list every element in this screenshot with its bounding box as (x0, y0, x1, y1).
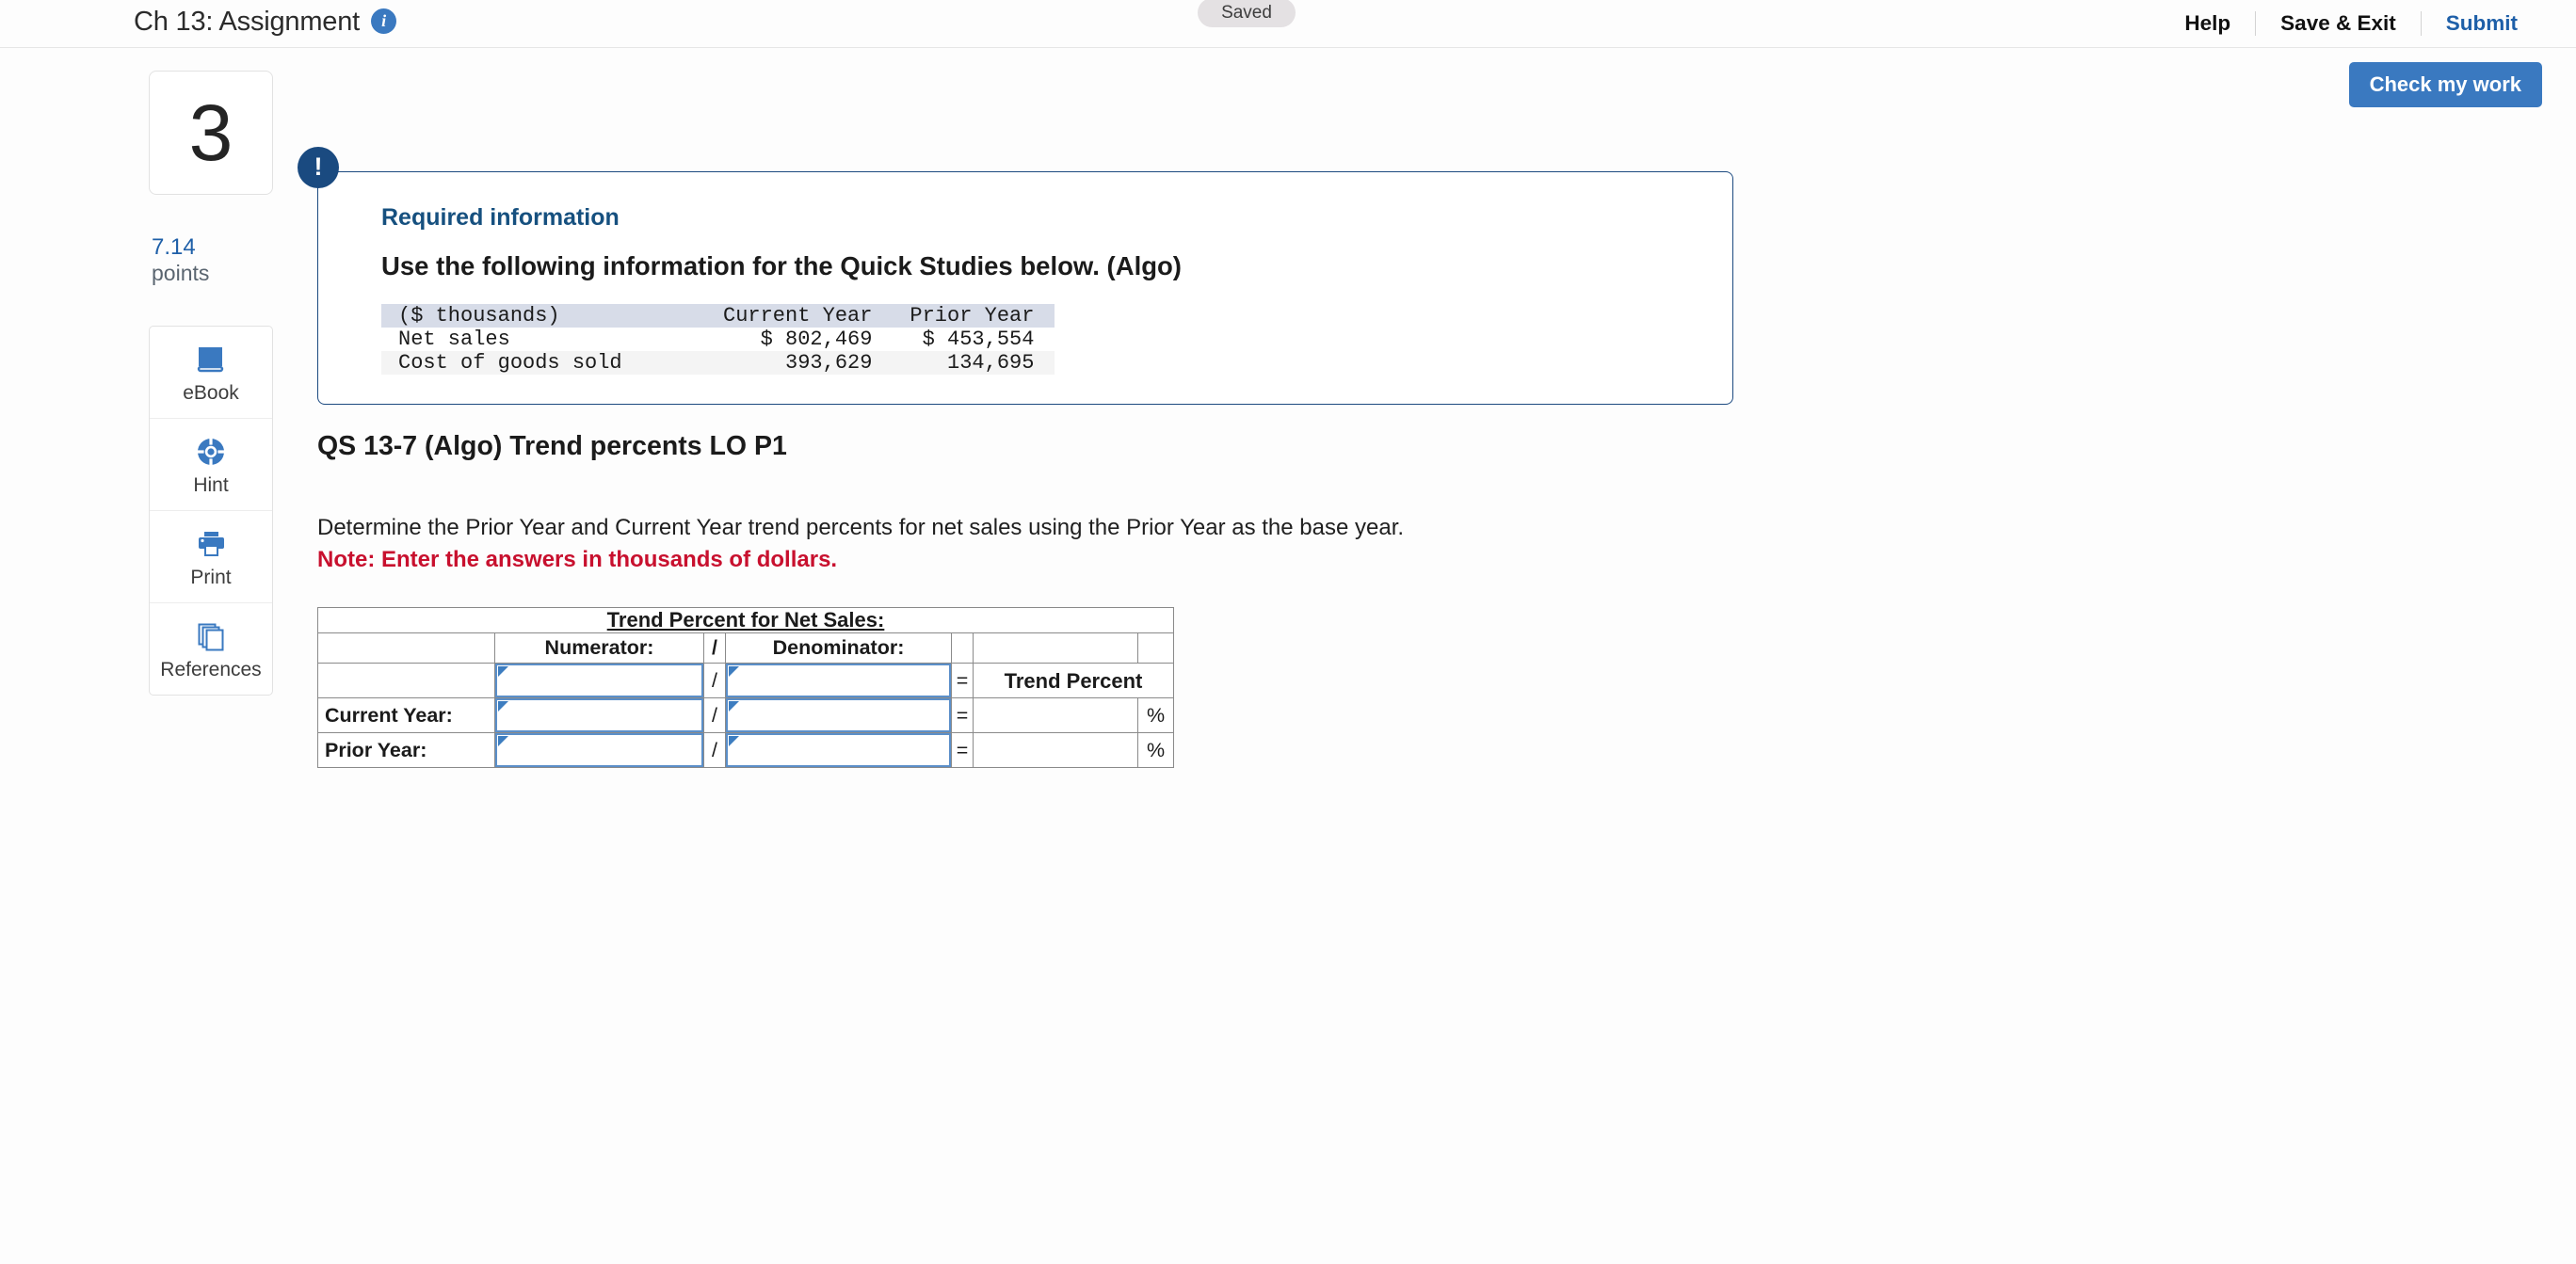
points-label: points (152, 261, 210, 286)
cogs-current: 393,629 (723, 350, 894, 375)
net-sales-current: $ 802,469 (760, 327, 873, 351)
tool-label-print: Print (190, 566, 232, 588)
question-prompt-block: Determine the Prior Year and Current Yea… (317, 513, 1404, 574)
info-icon[interactable]: i (371, 8, 397, 34)
table-row: Numerator: / Denominator: (317, 632, 1174, 664)
equals-prior-year: = (951, 732, 974, 768)
top-bar: Ch 13: Assignment i Saved Help Save & Exi… (0, 0, 2576, 48)
callout-subtitle: Use the following information for the Qu… (381, 251, 1182, 280)
table-row: Net sales $ 802,469 $ 453,554 (381, 328, 1055, 351)
points-value: 7.14 (152, 234, 196, 260)
tool-label-ebook: eBook (183, 381, 239, 404)
col-header-prior-year: Prior Year (893, 303, 1055, 328)
tool-print[interactable]: Print (150, 511, 272, 604)
answer-table-band-title: Trend Percent for Net Sales: (317, 607, 1174, 633)
slash-0: / (703, 663, 726, 698)
row-label-net-sales: Net sales (398, 327, 510, 351)
net-sales-prior: $ 453,554 (922, 327, 1035, 351)
ebook-icon (195, 343, 227, 376)
points-block: 7.14 points (149, 234, 275, 286)
numerator-input-prior-year[interactable] (494, 732, 704, 768)
tool-panel: eBook Hint Print References (149, 326, 273, 696)
header-result-spacer (973, 632, 1138, 664)
table-row: ($ thousands) Current Year Prior Year (381, 303, 1055, 328)
question-number: 3 (188, 88, 233, 177)
check-my-work-button[interactable]: Check my work (2348, 62, 2542, 107)
table-row: Current Year: / = % (317, 697, 1174, 733)
assignment-title-text: Ch 13: Assignment (134, 7, 361, 37)
slash-current-year: / (703, 697, 726, 733)
callout-title: Required information (381, 204, 620, 231)
denominator-input-prior-year[interactable] (725, 732, 952, 768)
save-and-exit-link[interactable]: Save & Exit (2256, 3, 2421, 44)
given-data-table: ($ thousands) Current Year Prior Year Ne… (381, 303, 1055, 375)
percent-symbol-current-year: % (1137, 697, 1174, 733)
row-label-cogs: Cost of goods sold (381, 350, 723, 375)
question-title: QS 13-7 (Algo) Trend percents LO P1 (317, 431, 787, 461)
question-number-box: 3 (149, 71, 273, 195)
question-rail: 3 7.14 points eBook Hint Print Reference… (149, 71, 275, 696)
col-header-units: ($ thousands) (381, 303, 723, 328)
question-prompt: Determine the Prior Year and Current Yea… (317, 515, 1405, 540)
header-slash: / (703, 632, 726, 664)
numerator-input-0[interactable] (494, 663, 704, 698)
header-numerator: Numerator: (494, 632, 704, 664)
slash-prior-year: / (703, 732, 726, 768)
row-label-0 (317, 663, 495, 698)
header-percent-spacer (1137, 632, 1174, 664)
copy-pages-icon (196, 619, 226, 653)
col-header-current-year: Current Year (723, 303, 894, 328)
top-nav: Help Save & Exit Submit (2160, 0, 2542, 47)
table-row: Cost of goods sold 393,629 134,695 (381, 350, 1055, 375)
header-equals-spacer (951, 632, 974, 664)
header-denominator: Denominator: (725, 632, 952, 664)
trend-percent-header-cell: Trend Percent (973, 663, 1174, 698)
assignment-title: Ch 13: Assignment i (134, 0, 397, 47)
answer-grid: Trend Percent for Net Sales: Numerator: … (317, 607, 1174, 768)
result-prior-year (973, 732, 1138, 768)
question-note: Note: Enter the answers in thousands of … (317, 546, 838, 572)
printer-icon (195, 527, 227, 561)
percent-symbol-prior-year: % (1137, 732, 1174, 768)
table-row: Trend Percent for Net Sales: (317, 607, 1174, 633)
tool-label-references: References (160, 658, 262, 680)
header-spacer (317, 632, 495, 664)
equals-0: = (951, 663, 974, 698)
row-label-prior-year: Prior Year: (317, 732, 495, 768)
tool-ebook[interactable]: eBook (150, 327, 272, 420)
tool-references[interactable]: References (150, 603, 272, 695)
lifebuoy-icon (196, 435, 226, 469)
denominator-input-0[interactable] (725, 663, 952, 698)
equals-current-year: = (951, 697, 974, 733)
denominator-input-current-year[interactable] (725, 697, 952, 733)
result-current-year (973, 697, 1138, 733)
table-row: Prior Year: / = % (317, 732, 1174, 768)
help-link[interactable]: Help (2160, 3, 2255, 44)
row-label-current-year: Current Year: (317, 697, 495, 733)
table-row: / = Trend Percent (317, 663, 1174, 698)
required-information-callout: ! Required information Use the following… (298, 147, 1733, 405)
numerator-input-current-year[interactable] (494, 697, 704, 733)
submit-link[interactable]: Submit (2422, 3, 2542, 44)
cogs-prior: 134,695 (893, 350, 1055, 375)
status-badge: Saved (1198, 0, 1296, 27)
exclamation-icon: ! (298, 147, 339, 188)
tool-label-hint: Hint (193, 473, 229, 496)
tool-hint[interactable]: Hint (150, 419, 272, 512)
